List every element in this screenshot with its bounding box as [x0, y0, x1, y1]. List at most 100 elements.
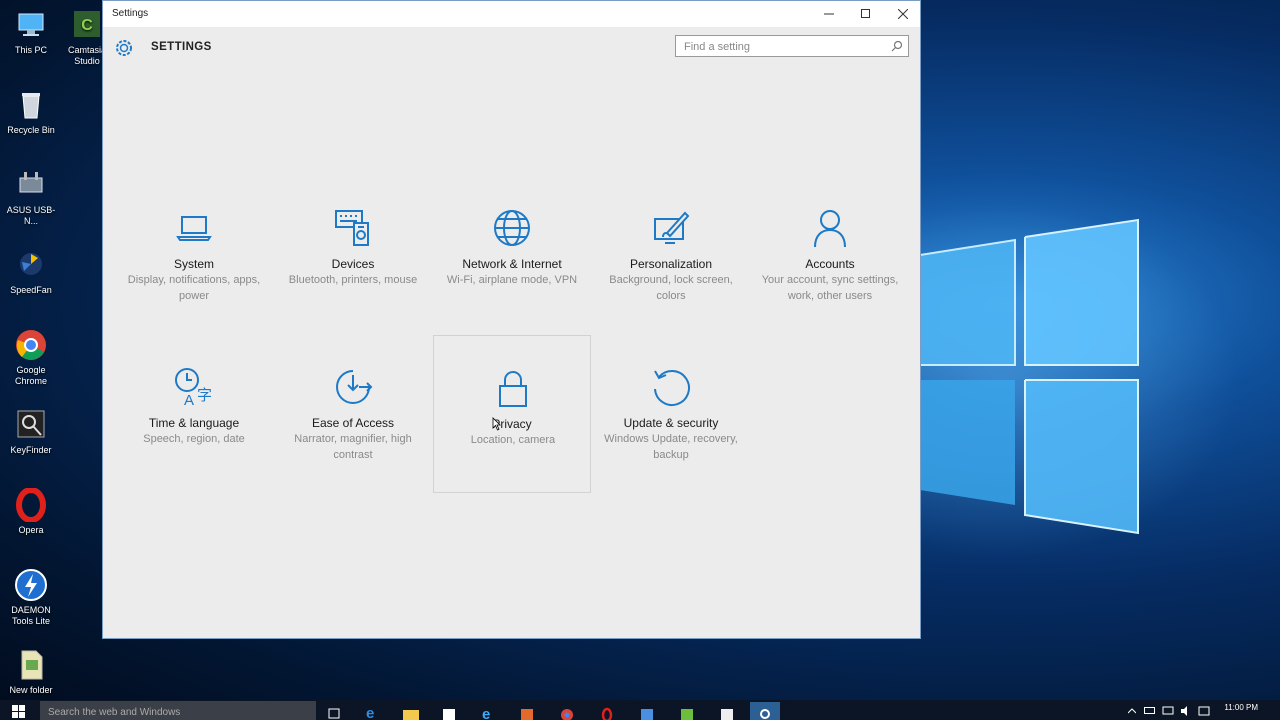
page-title: SETTINGS — [151, 41, 212, 53]
taskbar-search-input[interactable]: Search the web and Windows — [40, 701, 316, 720]
windows-logo-wallpaper — [920, 218, 1139, 535]
notification-icon[interactable] — [1198, 706, 1210, 716]
tile-subtitle: Wi-Fi, airplane mode, VPN — [446, 274, 578, 286]
gear-icon — [760, 709, 770, 719]
tile-subtitle: Narrator, magnifier, high contrast — [294, 433, 412, 461]
tile-privacy[interactable]: Privacy Location, camera — [433, 335, 591, 493]
desktop-icon-label: KeyFinder — [10, 445, 52, 455]
globe-icon — [494, 210, 530, 246]
svg-text:字: 字 — [197, 386, 212, 404]
taskbar-settings[interactable] — [750, 702, 780, 720]
desktop-icon-this-pc[interactable]: This PC — [0, 8, 62, 56]
window-title: Settings — [112, 8, 149, 19]
tile-update-security[interactable]: Update & security Windows Update, recove… — [592, 367, 750, 525]
document-icon — [14, 648, 48, 682]
store-icon — [443, 709, 455, 720]
search-input[interactable]: Find a setting — [675, 35, 909, 57]
chevron-up-icon[interactable] — [1128, 708, 1136, 714]
task-view-button[interactable] — [320, 702, 350, 720]
taskbar-search-placeholder: Search the web and Windows — [48, 707, 181, 718]
desktop-icon-label: SpeedFan — [10, 285, 52, 295]
battery-icon[interactable] — [1144, 707, 1156, 715]
tile-ease-of-access[interactable]: Ease of Access Narrator, magnifier, high… — [274, 367, 432, 525]
tile-subtitle: Windows Update, recovery, backup — [604, 433, 738, 461]
tile-subtitle: Display, notifications, apps, power — [127, 274, 261, 302]
time-language-icon: A 字 — [175, 368, 212, 407]
app-icon — [721, 709, 733, 720]
chrome-icon — [14, 328, 48, 362]
daemon-tools-icon — [14, 568, 48, 602]
app-icon — [641, 709, 653, 720]
settings-window: Settings SETTINGS Find a setting System … — [102, 0, 921, 639]
taskbar-app-white[interactable] — [712, 702, 742, 720]
taskbar-camtasia[interactable] — [672, 702, 702, 720]
minimize-button[interactable] — [811, 3, 847, 25]
desktop-icon-label: Google Chrome — [14, 365, 47, 386]
tile-devices[interactable]: Devices Bluetooth, printers, mouse — [274, 207, 432, 365]
desktop-icon-label: New folder — [9, 685, 53, 695]
title-bar[interactable]: Settings — [103, 1, 920, 27]
tile-title: Network & Internet — [462, 257, 562, 271]
ease-of-access-icon — [336, 370, 373, 404]
chrome-icon — [561, 709, 573, 720]
tile-title: Time & language — [148, 416, 240, 430]
desktop-icon-label: Recycle Bin — [7, 125, 55, 135]
desktop-icon-daemon-tools[interactable]: DAEMON Tools Lite — [0, 568, 62, 627]
folder-icon — [403, 710, 419, 720]
media-icon — [521, 709, 533, 720]
desktop-icon-recycle-bin[interactable]: Recycle Bin — [0, 88, 62, 136]
tile-subtitle: Bluetooth, printers, mouse — [288, 274, 418, 286]
refresh-icon — [654, 370, 690, 406]
taskbar-file-explorer[interactable] — [396, 702, 426, 720]
taskbar-opera[interactable] — [592, 702, 622, 720]
taskbar-store[interactable] — [434, 702, 464, 720]
minimize-icon — [824, 13, 834, 15]
tile-system[interactable]: System Display, notifications, apps, pow… — [115, 207, 273, 365]
clock-time[interactable]: 11:00 PM — [1224, 703, 1258, 712]
keyfinder-icon — [14, 408, 48, 442]
desktop-icon-asus[interactable]: ASUS USB-N... — [0, 168, 62, 227]
taskbar-chrome[interactable] — [552, 702, 582, 720]
tile-subtitle: Background, lock screen, colors — [609, 274, 733, 302]
paintbrush-icon — [654, 211, 690, 244]
svg-text:A: A — [184, 392, 194, 407]
tile-title: Devices — [331, 257, 375, 271]
tile-personalization[interactable]: Personalization Background, lock screen,… — [592, 207, 750, 365]
opera-icon — [601, 707, 613, 720]
tile-title: Privacy — [492, 417, 532, 431]
edge-icon: e — [366, 705, 374, 720]
svg-text:C: C — [81, 17, 93, 34]
desktop-icon-label: DAEMON Tools Lite — [11, 605, 51, 626]
search-icon[interactable] — [891, 40, 903, 52]
desktop-icon-opera[interactable]: Opera — [0, 487, 62, 536]
tile-subtitle: Location, camera — [470, 434, 556, 446]
tile-subtitle: Your account, sync settings, work, other… — [761, 274, 899, 302]
tile-accounts[interactable]: Accounts Your account, sync settings, wo… — [751, 207, 909, 365]
svg-text:e: e — [482, 706, 490, 720]
close-icon — [898, 9, 908, 19]
taskbar-edge[interactable]: e — [358, 702, 388, 720]
volume-icon[interactable] — [1180, 706, 1192, 716]
taskbar-ie[interactable]: e — [474, 702, 504, 720]
start-windows-icon[interactable] — [12, 705, 25, 718]
tile-title: Accounts — [805, 257, 855, 271]
desktop-icon-keyfinder[interactable]: KeyFinder — [0, 408, 62, 456]
desktop-icon-new-folder[interactable]: New folder — [0, 648, 62, 696]
speedfan-icon — [14, 248, 48, 282]
desktop-icon-chrome[interactable]: Google Chrome — [0, 328, 62, 387]
maximize-button[interactable] — [848, 3, 884, 25]
network-icon[interactable] — [1162, 706, 1174, 716]
gear-icon — [116, 40, 132, 56]
close-button[interactable] — [885, 3, 921, 25]
svg-text:e: e — [366, 705, 374, 720]
taskbar-app-blue[interactable] — [632, 702, 662, 720]
taskbar-media[interactable] — [512, 702, 542, 720]
tile-title: Update & security — [623, 416, 719, 430]
tile-time-language[interactable]: A 字 Time & language Speech, region, date — [115, 367, 273, 525]
maximize-icon — [861, 9, 870, 18]
desktop-icon-speedfan[interactable]: SpeedFan — [0, 248, 62, 296]
laptop-icon — [176, 216, 212, 241]
tile-title: Ease of Access — [311, 416, 395, 430]
taskbar: Search the web and Windows e e 11:00 PM — [0, 700, 1280, 720]
camtasia-icon — [681, 709, 693, 720]
